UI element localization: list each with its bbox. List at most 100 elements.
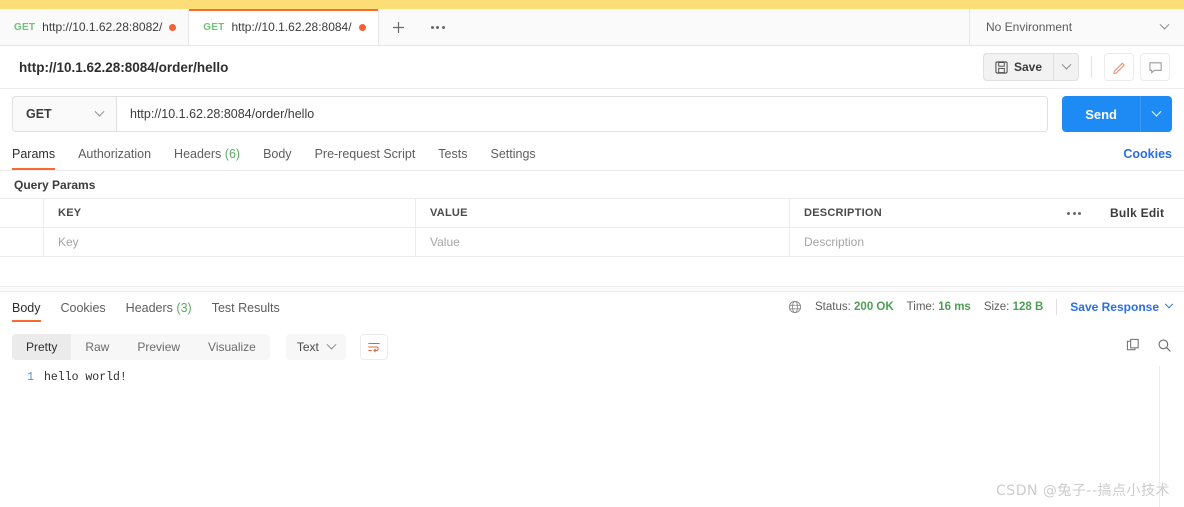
status-value: 200 OK (854, 301, 894, 313)
divider (1091, 56, 1092, 78)
url-input[interactable]: http://10.1.62.28:8084/order/hello (116, 96, 1049, 132)
tab-options-button[interactable] (419, 9, 457, 45)
key-placeholder: Key (58, 235, 79, 249)
save-response-button[interactable]: Save Response (1070, 299, 1174, 314)
response-tab-body[interactable]: Body (12, 301, 41, 322)
tab-tests[interactable]: Tests (438, 147, 467, 170)
environment-selector[interactable]: No Environment (970, 9, 1184, 45)
pencil-icon (1112, 62, 1125, 74)
new-tab-button[interactable] (379, 9, 419, 45)
tab-title-label: http://10.1.62.28:8084/ (231, 20, 352, 34)
tab-method-label: GET (14, 21, 36, 33)
description-placeholder: Description (804, 235, 865, 249)
tab-settings[interactable]: Settings (490, 147, 535, 170)
send-group: Send (1062, 96, 1172, 132)
row-checkbox-cell[interactable] (0, 228, 44, 256)
chevron-down-icon (326, 339, 337, 350)
response-section-tabs: Body Cookies Headers (3) Test Results St… (0, 293, 1184, 322)
tab-label: Authorization (78, 147, 152, 161)
word-wrap-icon (368, 342, 380, 353)
response-meta: Status: 200 OK Time: 16 ms Size: 128 B S… (788, 299, 1174, 322)
http-method-selector[interactable]: GET (12, 96, 116, 132)
chevron-down-icon (1061, 59, 1071, 70)
page-title: http://10.1.62.28:8084/order/hello (19, 59, 229, 75)
select-all-cell[interactable] (0, 199, 44, 227)
request-tab-1[interactable]: GET http://10.1.62.28:8082/ (0, 9, 190, 45)
tab-label: Body (263, 147, 292, 161)
postman-window: GET http://10.1.62.28:8082/ GET http://1… (0, 0, 1184, 507)
row-value-input[interactable]: Value (416, 228, 790, 256)
size-value: 128 B (1012, 301, 1044, 313)
line-number: 1 (27, 371, 34, 384)
chevron-down-icon (1151, 106, 1162, 117)
view-visualize[interactable]: Visualize (194, 334, 270, 360)
tab-label: Pre-request Script (314, 147, 416, 161)
url-input-value: http://10.1.62.28:8084/order/hello (130, 107, 315, 121)
unsaved-dot-icon (169, 23, 177, 31)
copy-icon (1126, 338, 1139, 351)
globe-icon (788, 300, 802, 314)
save-button[interactable]: Save (982, 53, 1053, 81)
view-pretty[interactable]: Pretty (12, 334, 72, 360)
request-title-row: http://10.1.62.28:8084/order/hello Save (0, 46, 1184, 89)
body-format-selector[interactable]: Text (285, 334, 346, 360)
time-label: Time: (906, 301, 935, 313)
column-header-description: DESCRIPTION (804, 207, 882, 219)
tab-body[interactable]: Body (263, 147, 292, 170)
body-right-icons (1126, 338, 1172, 356)
status-label: Status: (815, 301, 851, 313)
save-response-label: Save Response (1070, 300, 1159, 314)
chevron-down-icon (1164, 299, 1174, 309)
tab-label: Settings (490, 147, 536, 161)
request-tab-2[interactable]: GET http://10.1.62.28:8084/ (189, 9, 379, 45)
time-text: Time: 16 ms (907, 301, 971, 313)
size-label: Size: (983, 301, 1010, 313)
http-method-label: GET (26, 107, 52, 121)
environment-label: No Environment (986, 20, 1073, 34)
watermark: CSDN @兔子--搞点小技术 (996, 483, 1170, 499)
tab-title-label: http://10.1.62.28:8082/ (42, 20, 163, 34)
line-text: hello world! (44, 371, 127, 384)
tabbar-spacer (456, 9, 970, 45)
bulk-edit-button[interactable]: Bulk Edit (1096, 199, 1184, 227)
wrap-lines-button[interactable] (359, 334, 388, 360)
tab-params[interactable]: Params (12, 147, 56, 170)
response-body-toolbar: Pretty Raw Preview Visualize Text (0, 328, 1184, 366)
tab-authorization[interactable]: Authorization (78, 147, 151, 170)
table-row: Key Value Description (0, 228, 1184, 257)
table-options-button[interactable] (1052, 199, 1096, 227)
tab-label: Headers (125, 301, 173, 315)
response-tab-test-results[interactable]: Test Results (212, 301, 280, 322)
comments-button[interactable] (1140, 53, 1170, 81)
response-tab-headers[interactable]: Headers (3) (126, 301, 192, 322)
body-format-label: Text (296, 340, 319, 354)
row-key-input[interactable]: Key (44, 228, 416, 256)
tab-label: Tests (438, 147, 468, 161)
view-raw[interactable]: Raw (71, 334, 123, 360)
cookies-link[interactable]: Cookies (1123, 147, 1172, 170)
copy-button[interactable] (1126, 338, 1141, 356)
edit-request-button[interactable] (1104, 53, 1134, 81)
ellipsis-icon (430, 25, 445, 29)
tab-headers[interactable]: Headers (6) (174, 147, 240, 170)
response-tab-cookies[interactable]: Cookies (61, 301, 106, 322)
url-row: GET http://10.1.62.28:8084/order/hello S… (0, 90, 1184, 138)
search-button[interactable] (1157, 338, 1172, 356)
send-button[interactable]: Send (1062, 96, 1140, 132)
top-accent-strip (0, 0, 1184, 9)
tab-pre-request-script[interactable]: Pre-request Script (315, 147, 416, 170)
view-preview[interactable]: Preview (123, 334, 194, 360)
tab-label: Headers (174, 147, 222, 161)
request-section-tabs: Params Authorization Headers (6) Body Pr… (0, 140, 1184, 171)
chevron-down-icon (94, 106, 105, 117)
send-dropdown-button[interactable] (1140, 96, 1172, 132)
code-line: 1 hello world! (0, 366, 1184, 384)
response-divider[interactable] (0, 286, 1184, 292)
query-params-label: Query Params (14, 178, 96, 192)
search-icon (1158, 339, 1171, 352)
row-description-input[interactable]: Description (790, 228, 1184, 256)
save-dropdown-button[interactable] (1053, 53, 1079, 81)
tab-label: Params (12, 147, 56, 161)
tab-count: (3) (176, 301, 192, 315)
column-header-value: VALUE (416, 199, 790, 227)
